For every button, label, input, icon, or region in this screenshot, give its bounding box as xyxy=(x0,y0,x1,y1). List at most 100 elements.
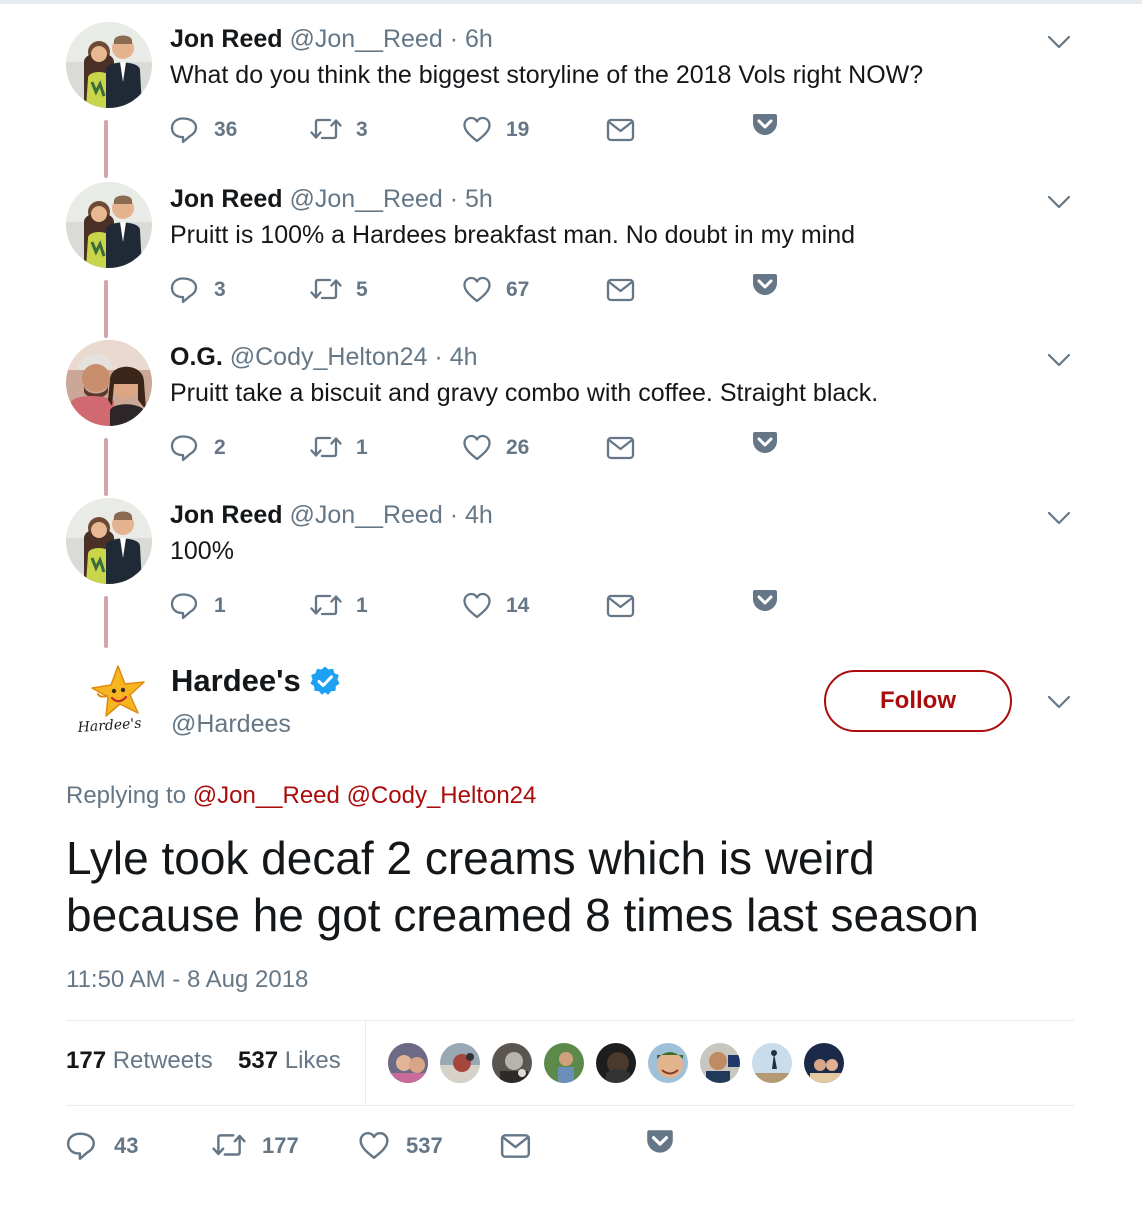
retweet-button[interactable]: 177 xyxy=(212,1130,299,1162)
hardees-logo-avatar[interactable]: Hardee's xyxy=(70,660,160,740)
header-separator: · xyxy=(449,185,459,213)
pocket-button[interactable] xyxy=(644,1126,676,1158)
tweet-header: O.G. @Cody_Helton24 · 4h xyxy=(170,340,478,374)
retweet-button[interactable]: 5 xyxy=(310,274,368,306)
like-button[interactable]: 26 xyxy=(462,432,529,464)
logo-wordmark: Hardee's xyxy=(76,716,142,736)
chevron-down-icon[interactable] xyxy=(1046,192,1072,212)
reply-target-link[interactable]: @Cody_Helton24 xyxy=(347,782,537,809)
tweet-item[interactable]: Jon Reed @Jon__Reed · 6h What do you thi… xyxy=(66,22,1076,162)
direct-message-button[interactable] xyxy=(606,114,636,146)
author-name[interactable]: Jon Reed xyxy=(170,185,283,213)
reply-button[interactable]: 1 xyxy=(170,590,226,622)
author-name[interactable]: Jon Reed xyxy=(170,501,283,529)
author-name[interactable]: O.G. xyxy=(170,343,223,371)
header-separator: · xyxy=(449,25,459,53)
main-author-handle[interactable]: @Hardees xyxy=(171,707,291,741)
retweets-stat-label: Retweets xyxy=(112,1047,213,1074)
avatar[interactable] xyxy=(66,498,152,584)
like-icon xyxy=(359,1131,389,1159)
main-tweet-text: Lyle took decaf 2 creams which is weird … xyxy=(66,830,1086,944)
liker-avatar[interactable] xyxy=(646,1041,690,1085)
like-count: 26 xyxy=(506,436,530,459)
top-border xyxy=(0,0,1142,4)
reply-button[interactable]: 43 xyxy=(66,1130,138,1162)
author-handle[interactable]: @Cody_Helton24 xyxy=(230,343,428,371)
follow-button[interactable]: Follow xyxy=(824,670,1012,732)
like-count: 14 xyxy=(506,594,530,617)
reply-target-link[interactable]: @Jon__Reed xyxy=(193,782,340,809)
like-button[interactable]: 67 xyxy=(462,274,529,306)
reply-count: 43 xyxy=(114,1133,139,1158)
chevron-down-icon[interactable] xyxy=(1046,32,1072,52)
chevron-down-icon[interactable] xyxy=(1046,508,1072,528)
retweets-stat[interactable]: 177 Retweets xyxy=(66,1045,213,1077)
like-button[interactable]: 537 xyxy=(358,1130,443,1162)
reply-icon xyxy=(170,593,198,620)
tweet-time[interactable]: 5h xyxy=(465,185,493,213)
direct-message-icon xyxy=(606,594,635,618)
tweet-item[interactable]: O.G. @Cody_Helton24 · 4h Pruitt take a b… xyxy=(66,340,1076,480)
liker-avatar[interactable] xyxy=(490,1041,534,1085)
likes-stat[interactable]: 537 Likes xyxy=(238,1045,341,1077)
retweet-button[interactable]: 3 xyxy=(310,114,368,146)
liker-avatar[interactable] xyxy=(542,1041,586,1085)
tweet-item[interactable]: Jon Reed @Jon__Reed · 5h Pruitt is 100% … xyxy=(66,182,1076,322)
retweet-icon xyxy=(310,278,342,300)
retweet-count: 3 xyxy=(356,118,368,141)
like-button[interactable]: 14 xyxy=(462,590,529,622)
direct-message-icon xyxy=(606,436,635,460)
liker-avatar[interactable] xyxy=(698,1041,742,1085)
direct-message-button[interactable] xyxy=(606,274,636,306)
liker-avatar[interactable] xyxy=(386,1041,430,1085)
reply-count: 3 xyxy=(214,278,226,301)
like-icon xyxy=(463,592,491,619)
tweet-time[interactable]: 4h xyxy=(465,501,493,529)
chevron-down-icon[interactable] xyxy=(1046,350,1072,370)
tweet-text: Pruitt take a biscuit and gravy combo wi… xyxy=(170,379,879,407)
liker-avatar[interactable] xyxy=(594,1041,638,1085)
author-handle[interactable]: @Jon__Reed xyxy=(289,25,442,53)
reply-button[interactable]: 3 xyxy=(170,274,226,306)
liker-avatar[interactable] xyxy=(750,1041,794,1085)
pocket-button[interactable] xyxy=(750,427,780,459)
pocket-button[interactable] xyxy=(750,269,780,301)
pocket-icon xyxy=(751,112,779,137)
pocket-button[interactable] xyxy=(750,585,780,617)
direct-message-button[interactable] xyxy=(500,1130,532,1162)
direct-message-button[interactable] xyxy=(606,590,636,622)
pocket-button[interactable] xyxy=(750,109,780,141)
like-button[interactable]: 19 xyxy=(462,114,529,146)
tweet-timestamp[interactable]: 11:50 AM - 8 Aug 2018 xyxy=(66,964,308,996)
direct-message-button[interactable] xyxy=(606,432,636,464)
tweet-time[interactable]: 4h xyxy=(450,343,478,371)
author-handle[interactable]: @Jon__Reed xyxy=(289,185,442,213)
reply-icon xyxy=(170,117,198,144)
reply-button[interactable]: 36 xyxy=(170,114,237,146)
retweet-icon xyxy=(212,1134,246,1156)
liker-avatar[interactable] xyxy=(802,1041,846,1085)
retweet-button[interactable]: 1 xyxy=(310,432,368,464)
author-name[interactable]: Hardee's xyxy=(171,662,301,700)
tweet-actions: 3 5 67 xyxy=(170,272,790,306)
retweet-icon xyxy=(310,118,342,140)
chevron-down-icon[interactable] xyxy=(1046,692,1072,712)
tweet-time[interactable]: 6h xyxy=(465,25,493,53)
like-icon xyxy=(463,116,491,143)
avatar[interactable] xyxy=(66,340,152,426)
avatar[interactable] xyxy=(66,22,152,108)
tweet-item[interactable]: Jon Reed @Jon__Reed · 4h 100% 1 1 14 xyxy=(66,498,1076,638)
replying-to: Replying to @Jon__Reed @Cody_Helton24 xyxy=(66,780,536,812)
reply-count: 36 xyxy=(214,118,238,141)
tweet-text: 100% xyxy=(170,537,234,565)
liker-avatar[interactable] xyxy=(438,1041,482,1085)
main-author-name[interactable]: Hardee's xyxy=(171,662,341,700)
tweet-stats: 177 Retweets 537 Likes xyxy=(66,1020,1074,1106)
author-handle[interactable]: @Jon__Reed xyxy=(289,501,442,529)
avatar[interactable] xyxy=(66,182,152,268)
retweet-button[interactable]: 1 xyxy=(310,590,368,622)
tweet-text-line: because he got creamed 8 times last seas… xyxy=(66,889,979,941)
pocket-icon xyxy=(751,588,779,613)
reply-button[interactable]: 2 xyxy=(170,432,226,464)
author-name[interactable]: Jon Reed xyxy=(170,25,283,53)
